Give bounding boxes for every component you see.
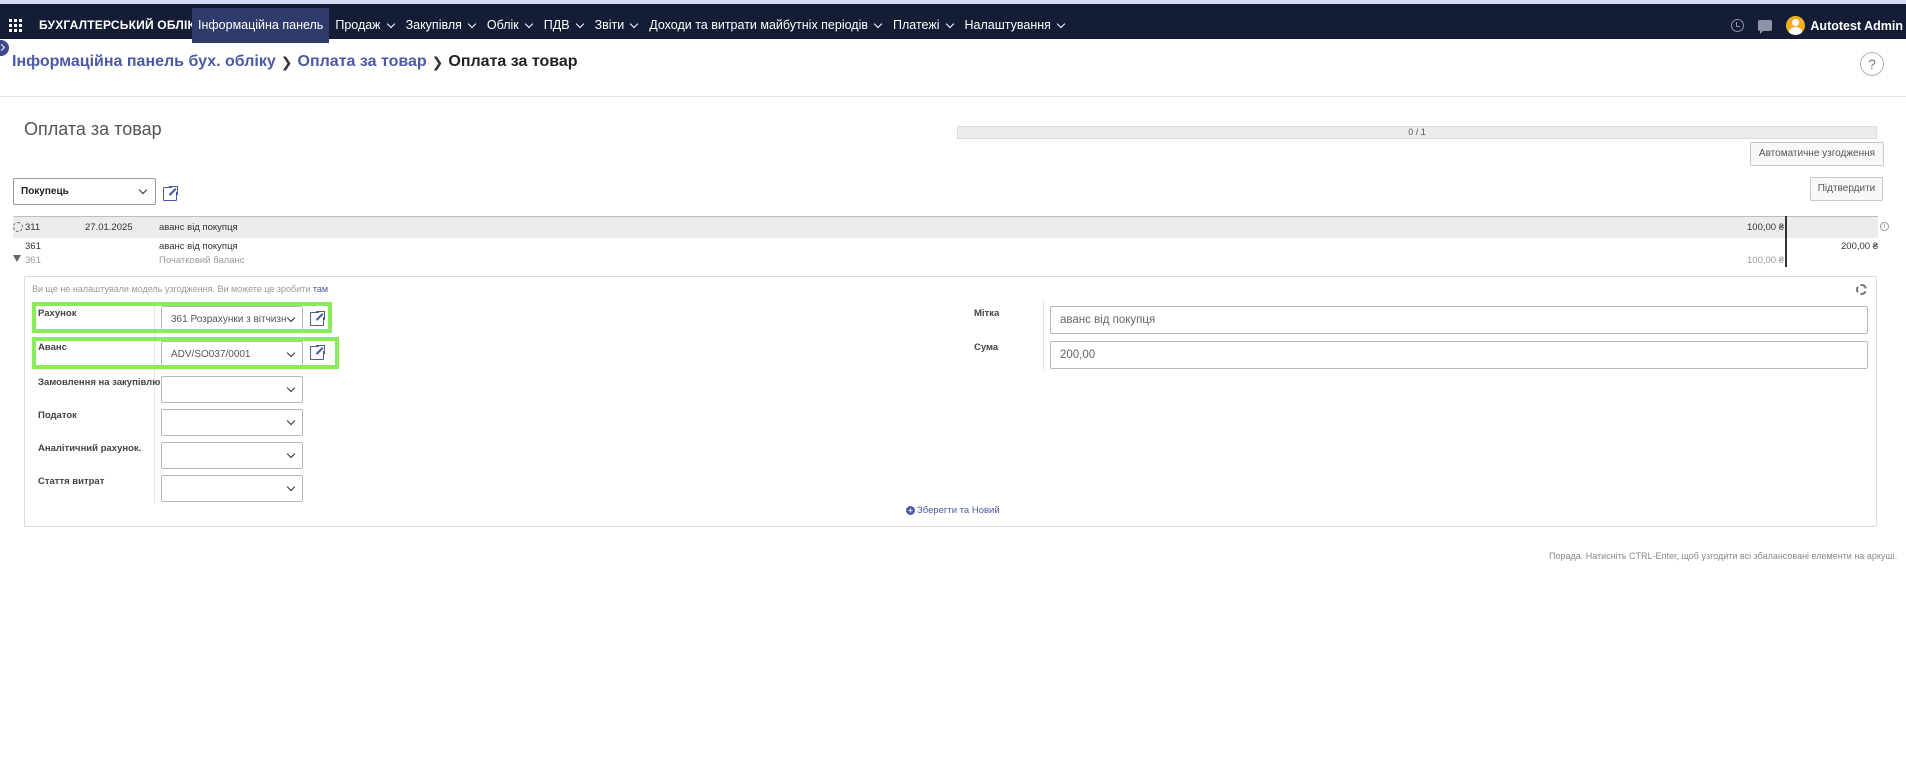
analytic-select[interactable] bbox=[161, 442, 303, 469]
highlight-box bbox=[32, 337, 339, 369]
highlight-box bbox=[32, 302, 332, 333]
line-label: аванс від покупця bbox=[159, 241, 238, 252]
chat-icon[interactable] bbox=[1758, 20, 1773, 34]
chevron-down-icon bbox=[575, 19, 584, 28]
menu-dashboard[interactable]: Інформаційна панель bbox=[192, 8, 330, 43]
clock-icon[interactable] bbox=[1731, 19, 1745, 32]
gear-icon[interactable] bbox=[13, 222, 23, 232]
note-link[interactable]: там bbox=[313, 284, 328, 294]
menu-purchase[interactable]: Закупівля bbox=[400, 8, 481, 43]
chevron-down-icon bbox=[873, 19, 883, 28]
navbar-right: Autotest Admin bbox=[1731, 8, 1906, 43]
menu-settings[interactable]: Налаштування bbox=[959, 8, 1070, 43]
chevron-right-icon: ❯ bbox=[431, 53, 444, 70]
line-label: аванс від покупця bbox=[159, 222, 238, 233]
partner-select[interactable]: Покупець bbox=[13, 178, 156, 205]
line-account: 311 bbox=[25, 222, 41, 233]
auto-reconcile-button[interactable]: Автоматичне узгодження bbox=[1750, 142, 1884, 166]
form-divider bbox=[1043, 300, 1044, 370]
apps-icon[interactable] bbox=[9, 19, 22, 32]
app-brand[interactable]: БУХГАЛТЕРСЬКИЙ ОБЛІК bbox=[39, 8, 195, 43]
progress-bar: 0 / 1 bbox=[957, 126, 1877, 139]
menu-label: Налаштування bbox=[964, 18, 1051, 32]
breadcrumb-payment[interactable]: Оплата за товар bbox=[298, 53, 427, 71]
menu-label: Інформаційна панель bbox=[198, 18, 324, 32]
external-link-icon[interactable] bbox=[163, 185, 179, 201]
menu-label: Звіти bbox=[594, 18, 625, 32]
reconcile-model-note: Ви ще не налаштували модель узгодження. … bbox=[32, 284, 328, 294]
chevron-down-icon bbox=[945, 19, 954, 28]
label-field-label: Мітка bbox=[974, 308, 1000, 319]
line-date: 27.01.2025 bbox=[85, 222, 133, 233]
page-title: Оплата за товар bbox=[24, 119, 162, 139]
move-line-row[interactable]: 311 27.01.2025 аванс від покупця 100,00 … bbox=[13, 216, 1878, 238]
line-label: Початковий баланс bbox=[159, 255, 245, 266]
caret-down-icon[interactable] bbox=[13, 255, 21, 262]
line-debit: 100,00 ₴ bbox=[1747, 255, 1784, 266]
save-new-button[interactable]: + Зберегти та Новий bbox=[906, 505, 1000, 516]
column-divider bbox=[1785, 216, 1787, 267]
chevron-down-icon bbox=[467, 19, 477, 28]
amount-input[interactable]: 200,00 bbox=[1050, 341, 1868, 369]
chevron-down-icon bbox=[630, 19, 639, 28]
gear-icon[interactable] bbox=[1856, 284, 1867, 295]
purchase-order-select[interactable] bbox=[161, 376, 303, 403]
move-line-row[interactable]: 361 аванс від покупця 200,00 ₴ bbox=[13, 239, 1878, 254]
menu-label: ПДВ bbox=[543, 18, 570, 32]
line-credit: 200,00 ₴ bbox=[1841, 241, 1878, 252]
chevron-down-icon bbox=[286, 449, 296, 459]
menu-label: Продаж bbox=[335, 18, 381, 32]
chevron-down-icon bbox=[1056, 19, 1066, 28]
chevron-right-icon: ❯ bbox=[280, 53, 293, 70]
menu-deferred[interactable]: Доходи та витрати майбутніх періодів bbox=[643, 8, 887, 43]
avatar[interactable] bbox=[1786, 16, 1806, 35]
line-account: 361 bbox=[25, 255, 41, 266]
line-account: 361 bbox=[25, 241, 41, 252]
menu-vat[interactable]: ПДВ bbox=[538, 8, 589, 43]
info-icon[interactable]: i bbox=[1880, 222, 1889, 231]
menu-payments[interactable]: Платежі bbox=[887, 8, 959, 43]
expense-select[interactable] bbox=[161, 475, 303, 502]
chevron-down-icon bbox=[286, 416, 296, 426]
amount-label: Сума bbox=[974, 342, 999, 353]
plus-circle-icon: + bbox=[906, 506, 915, 515]
menu-label: Доходи та витрати майбутніх періодів bbox=[649, 18, 868, 32]
shortcut-hint: Порада. Натисніть CTRL-Enter, щоб узгоди… bbox=[1549, 551, 1898, 561]
main-menu: Інформаційна панель Продаж Закупівля Обл… bbox=[192, 8, 1070, 43]
menu-label: Облік bbox=[486, 18, 519, 32]
control-panel: Інформаційна панель бух. обліку ❯ Оплата… bbox=[0, 39, 1906, 97]
save-new-label: Зберегти та Новий bbox=[917, 505, 1000, 516]
user-menu[interactable]: Autotest Admin bbox=[1810, 19, 1906, 33]
chevron-down-icon bbox=[386, 19, 395, 28]
tax-select[interactable] bbox=[161, 409, 303, 436]
move-line-row[interactable]: 361 Початковий баланс 100,00 ₴ bbox=[13, 253, 1878, 267]
validate-button[interactable]: Підтвердити bbox=[1810, 177, 1883, 201]
menu-label: Платежі bbox=[893, 18, 940, 32]
breadcrumb-current: Оплата за товар bbox=[448, 53, 578, 70]
expense-label: Стаття витрат bbox=[38, 476, 105, 487]
top-navbar: БУХГАЛТЕРСЬКИЙ ОБЛІК Інформаційна панель… bbox=[0, 4, 1906, 43]
note-text: Ви ще не налаштували модель узгодження. … bbox=[32, 284, 311, 294]
chevron-down-icon bbox=[286, 383, 296, 393]
chevron-down-icon bbox=[286, 482, 296, 492]
sidebar-toggle-icon[interactable] bbox=[0, 40, 9, 56]
chevron-down-icon bbox=[138, 185, 148, 195]
partner-value: Покупець bbox=[21, 186, 69, 197]
chevron-down-icon bbox=[524, 19, 534, 28]
breadcrumb: Інформаційна панель бух. обліку ❯ Оплата… bbox=[12, 53, 578, 71]
menu-label: Закупівля bbox=[405, 18, 462, 32]
menu-accounting[interactable]: Облік bbox=[481, 8, 538, 43]
breadcrumb-dashboard[interactable]: Інформаційна панель бух. обліку bbox=[12, 53, 276, 71]
line-debit: 100,00 ₴ bbox=[1747, 222, 1784, 233]
menu-sales[interactable]: Продаж bbox=[329, 8, 399, 43]
purchase-order-label: Замовлення на закупівлю bbox=[38, 377, 161, 388]
menu-reports[interactable]: Звіти bbox=[589, 8, 644, 43]
tax-label: Податок bbox=[38, 410, 77, 421]
label-input[interactable]: аванс від покупця bbox=[1050, 306, 1868, 334]
analytic-label: Аналітичний рахунок. bbox=[38, 443, 142, 454]
help-button[interactable]: ? bbox=[1860, 52, 1884, 76]
